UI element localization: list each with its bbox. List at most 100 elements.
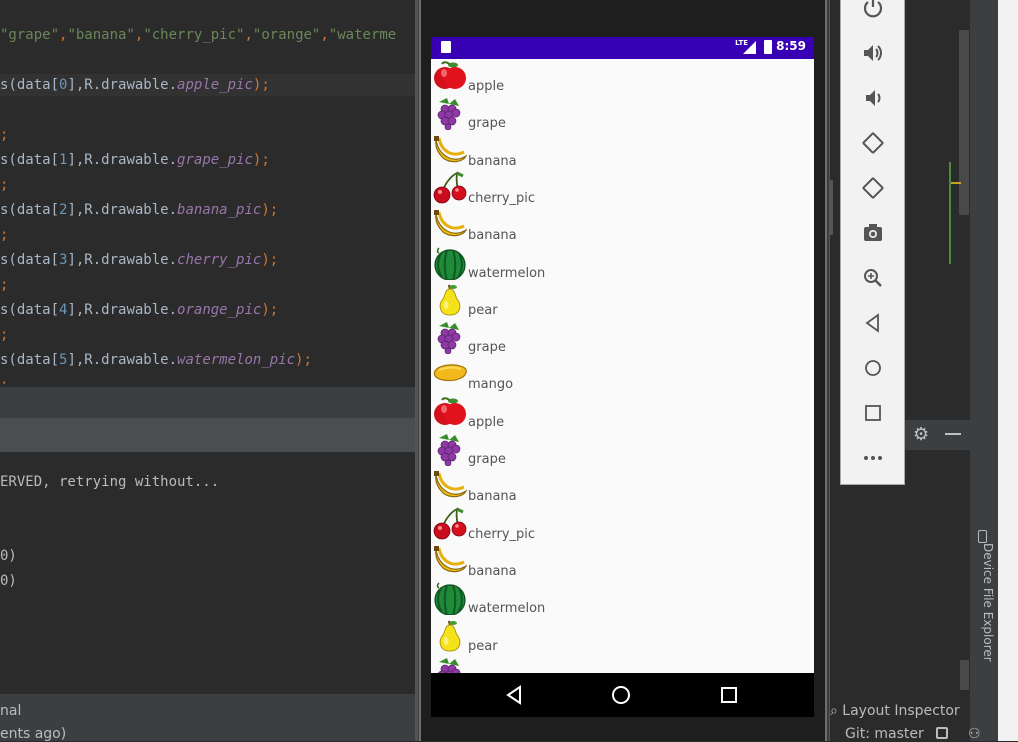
code-token: ],R.drawable.	[67, 202, 178, 218]
code-line[interactable]: s(data[2],R.drawable.banana_pic);	[0, 199, 278, 221]
code-line[interactable]: ;	[0, 324, 8, 346]
code-token: ;	[0, 327, 9, 343]
code-line[interactable]: ;	[0, 174, 8, 196]
fruit-list-item[interactable]	[431, 656, 814, 673]
code-token: );	[252, 152, 270, 168]
fruit-list-item[interactable]: banana	[431, 469, 814, 506]
code-token: apple_pic	[177, 77, 253, 93]
nav-home-icon[interactable]	[611, 685, 631, 705]
fruit-label: pear	[468, 302, 498, 318]
fruit-list-item[interactable]: mango	[431, 357, 814, 394]
code-token: );	[261, 202, 279, 218]
fruit-list-item[interactable]: apple	[431, 59, 814, 96]
overview-icon[interactable]	[861, 401, 885, 425]
git-branch-label[interactable]: Git: master	[845, 726, 924, 742]
volume-down-icon[interactable]	[861, 86, 885, 110]
layout-inspector-tab[interactable]: ⌕ Layout Inspector	[830, 703, 960, 719]
device-screen[interactable]: LTE 8:59 apple grape banana cherry_pic banan…	[431, 37, 814, 717]
code-line[interactable]: s(data[4],R.drawable.orange_pic);	[0, 299, 278, 321]
code-token: s(data[	[0, 352, 60, 368]
code-token: "grape"	[0, 27, 60, 43]
more-icon[interactable]	[861, 446, 885, 470]
code-token: ],R.drawable.	[67, 302, 178, 318]
change-marker	[949, 162, 951, 264]
fruit-list-item[interactable]: banana	[431, 134, 814, 171]
code-token: ],R.drawable.	[67, 352, 178, 368]
fruit-list-item[interactable]: grape	[431, 96, 814, 133]
inspector-icon[interactable]: ⚇	[968, 726, 981, 742]
fruit-list-item[interactable]: watermelon	[431, 581, 814, 618]
camera-icon[interactable]	[861, 221, 885, 245]
device-file-explorer-label: Device File Explorer	[981, 543, 995, 662]
bottom-scrollbar[interactable]	[960, 660, 969, 690]
terminal-tab-label[interactable]: nal	[0, 703, 21, 719]
apple-icon	[433, 59, 467, 93]
code-editor[interactable]: "grape","banana","cherry_pic","orange","…	[0, 0, 415, 387]
zoom-icon[interactable]	[861, 266, 885, 290]
code-line[interactable]: "grape","banana","cherry_pic","orange","…	[0, 24, 396, 46]
nav-overview-icon[interactable]	[720, 686, 738, 704]
vertical-scrollbar[interactable]	[959, 30, 969, 215]
code-line-partial: ;	[0, 374, 8, 387]
panel-splitter[interactable]	[830, 180, 833, 235]
minimize-icon[interactable]	[945, 433, 961, 435]
fruit-list-item[interactable]: apple	[431, 395, 814, 432]
power-icon[interactable]	[861, 0, 885, 20]
fruit-list-item[interactable]: banana	[431, 208, 814, 245]
code-line[interactable]: s(data[5],R.drawable.watermelon_pic);	[0, 349, 312, 371]
code-token: ,	[320, 27, 329, 43]
code-line[interactable]: ;	[0, 274, 8, 296]
code-token: "banana"	[67, 27, 135, 43]
gear-icon[interactable]: ⚙	[913, 424, 929, 445]
code-token: s(data[	[0, 252, 60, 268]
watermelon-icon	[433, 581, 467, 616]
device-file-explorer-tab[interactable]: Device File Explorer	[976, 530, 996, 670]
rotate-right-icon[interactable]	[861, 176, 885, 200]
back-icon[interactable]	[861, 311, 885, 335]
code-token: orange_pic	[177, 302, 262, 318]
fruit-list-item[interactable]: grape	[431, 320, 814, 357]
code-line[interactable]: s(data[0],R.drawable.apple_pic);	[0, 74, 415, 96]
battery-icon	[764, 40, 772, 54]
fruit-label: cherry_pic	[468, 526, 536, 542]
home-icon[interactable]	[861, 356, 885, 380]
rotate-left-icon[interactable]	[861, 131, 885, 155]
fruit-list-item[interactable]: cherry_pic	[431, 507, 814, 544]
fruit-label: banana	[468, 489, 517, 505]
signal-icon	[743, 41, 756, 54]
emulator-controls	[840, 0, 905, 485]
fruit-list-item[interactable]: watermelon	[431, 246, 814, 283]
grape-icon	[433, 656, 467, 673]
code-line[interactable]: s(data[3],R.drawable.cherry_pic);	[0, 249, 278, 271]
fruit-list-item[interactable]: grape	[431, 432, 814, 469]
status-bar: LTE 8:59	[431, 37, 814, 59]
mango-icon	[433, 357, 467, 391]
fruit-list-item[interactable]: pear	[431, 619, 814, 656]
code-token: ;	[0, 377, 9, 387]
code-token: ;	[0, 227, 9, 243]
fruit-list-item[interactable]: banana	[431, 544, 814, 581]
fruit-list-item[interactable]: cherry_pic	[431, 171, 814, 208]
window-edge	[998, 0, 1018, 741]
code-token: s(data[	[0, 202, 60, 218]
fruit-list[interactable]: apple grape banana cherry_pic banana watermel…	[431, 59, 814, 673]
code-line[interactable]: ;	[0, 124, 8, 146]
code-token: "orange"	[252, 27, 321, 43]
fruit-label: banana	[468, 228, 517, 244]
nav-bar	[431, 673, 814, 717]
watermelon-icon	[433, 246, 467, 281]
fruit-label: cherry_pic	[468, 190, 536, 206]
code-line[interactable]: ;	[0, 224, 8, 246]
run-console[interactable]: ERVED, retrying without... 0) 0)	[0, 452, 415, 694]
fruit-list-item[interactable]: pear	[431, 283, 814, 320]
lock-icon[interactable]	[936, 727, 948, 739]
nav-back-icon[interactable]	[505, 685, 525, 705]
bottom-tool-bar: nal ents ago)	[0, 694, 415, 742]
banana-icon	[433, 469, 468, 503]
fruit-label: grape	[468, 116, 506, 132]
code-line[interactable]: s(data[1],R.drawable.grape_pic);	[0, 149, 270, 171]
code-token: ;	[0, 277, 9, 293]
code-token: s(data[	[0, 302, 60, 318]
volume-up-icon[interactable]	[861, 41, 885, 65]
code-token: );	[252, 77, 270, 93]
